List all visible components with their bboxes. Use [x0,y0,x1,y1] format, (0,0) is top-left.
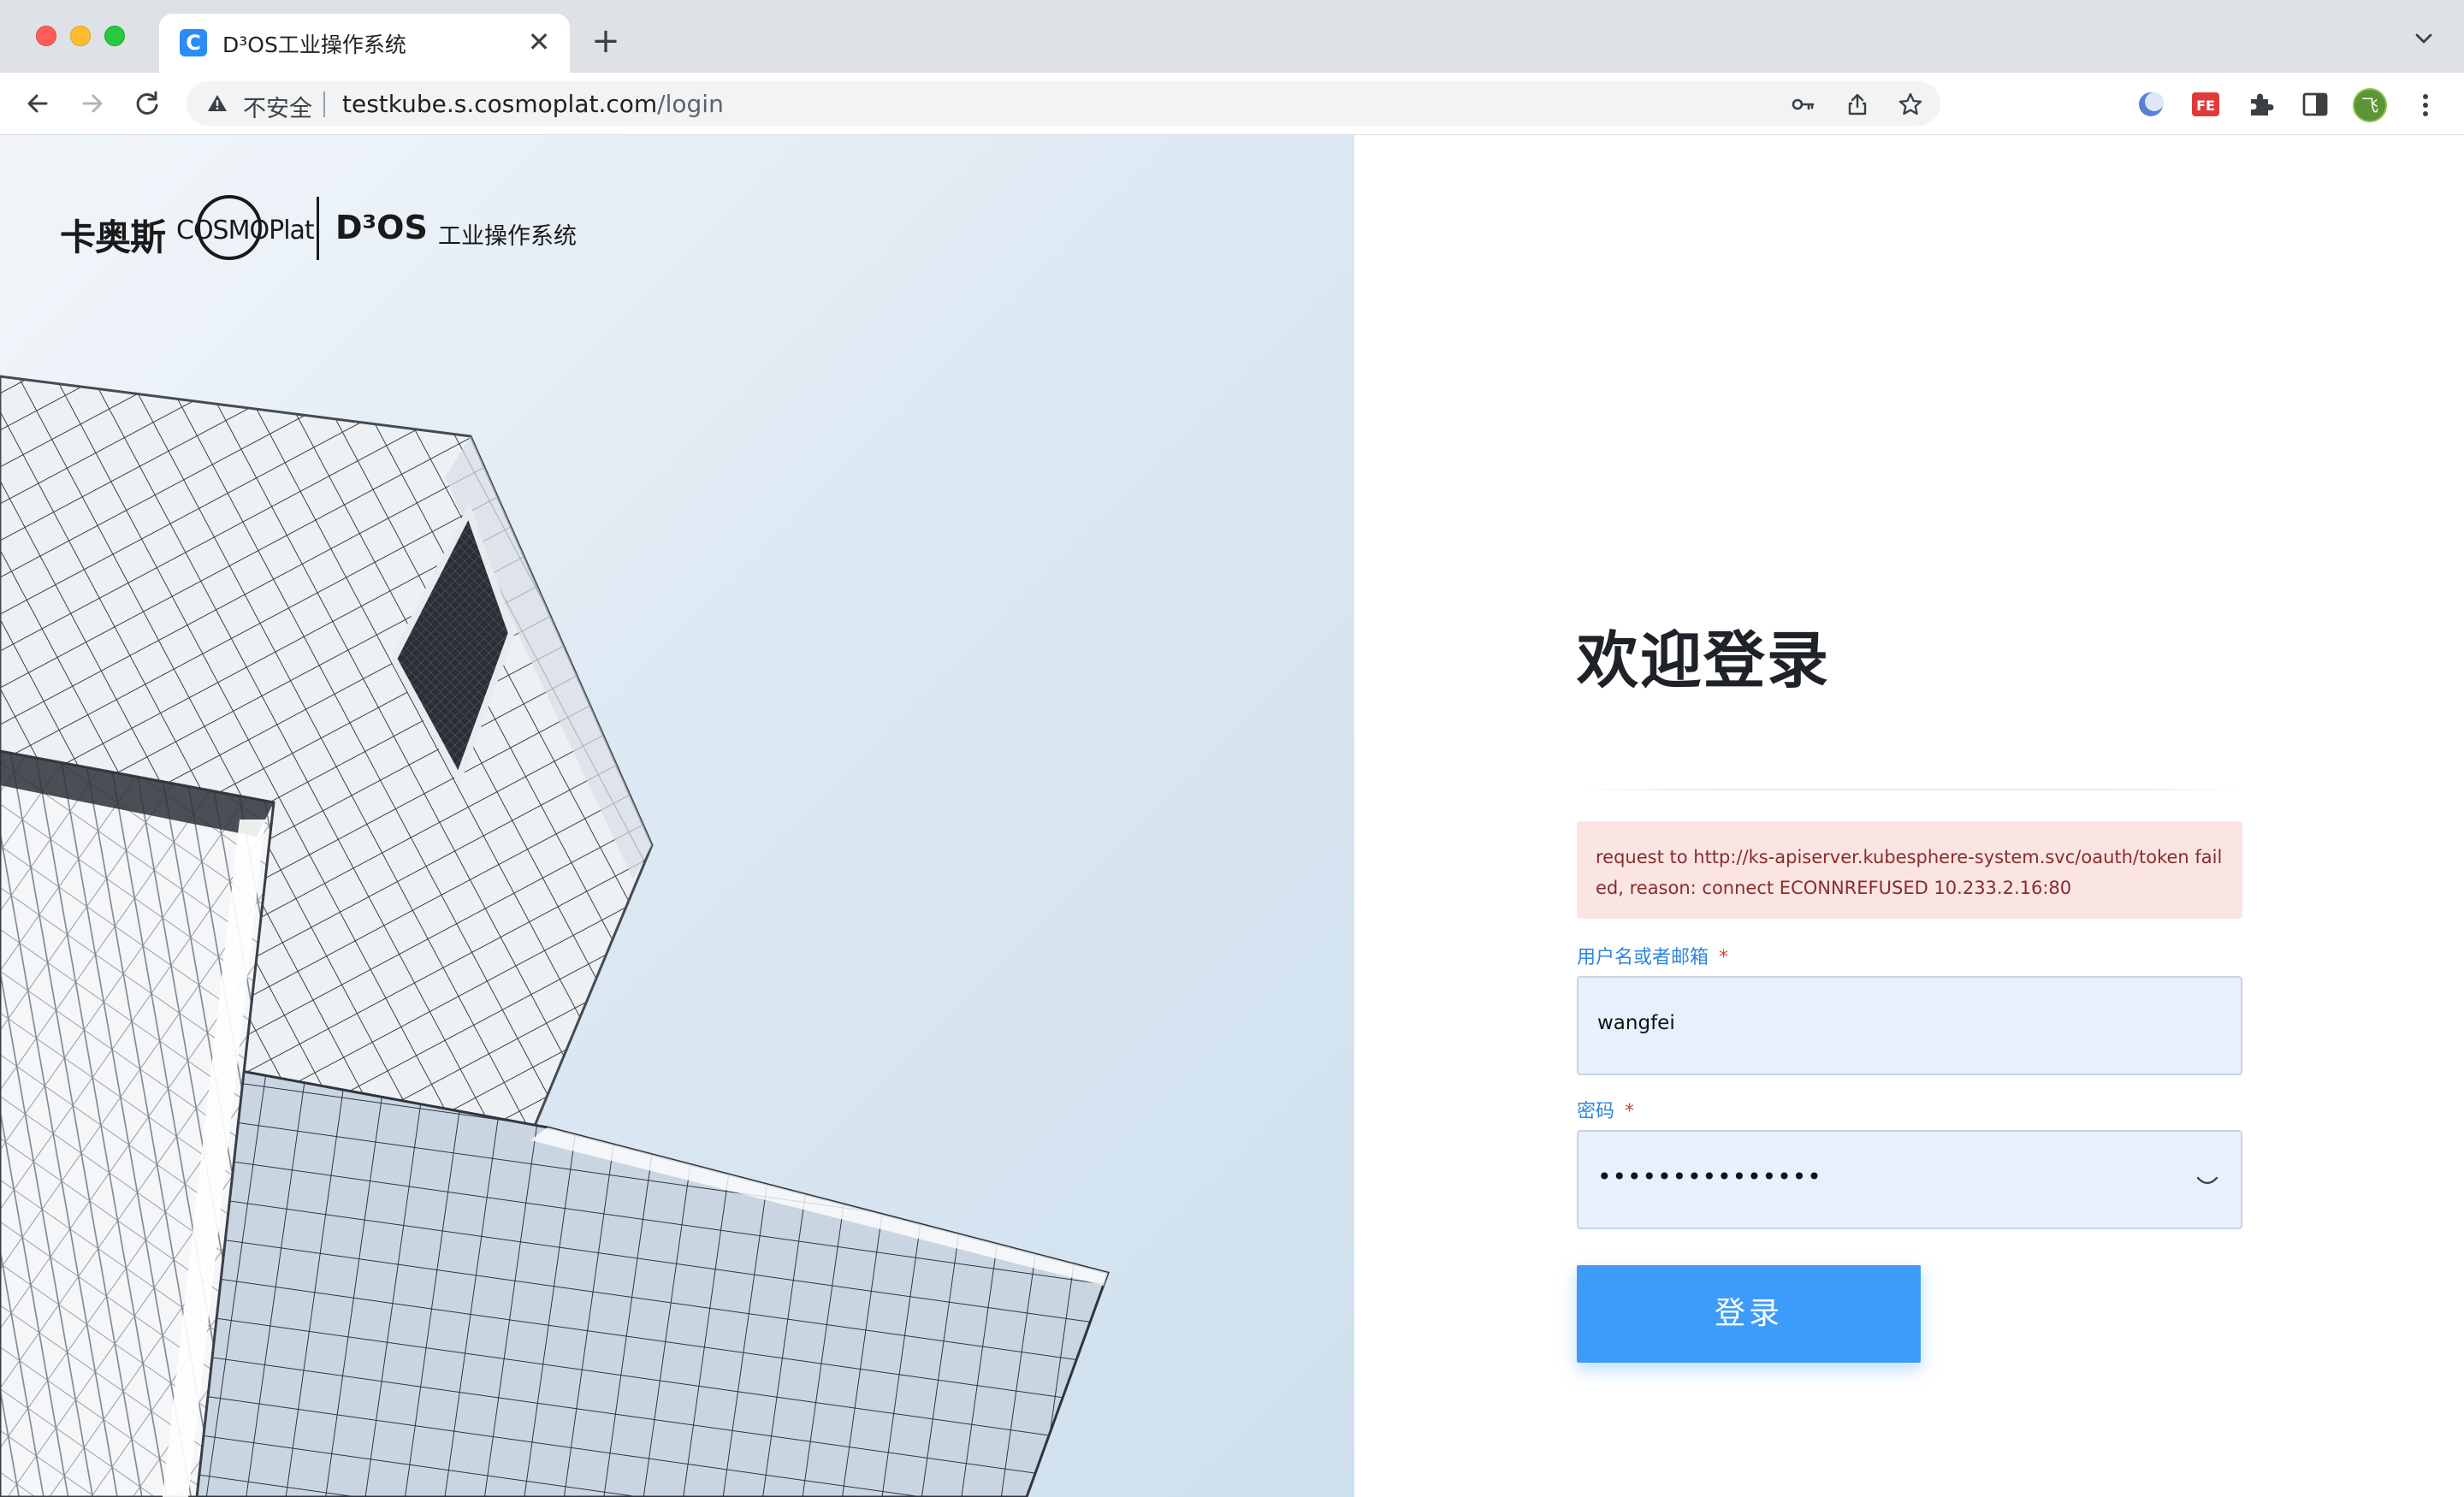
password-input[interactable]: ••••••••••••••• [1577,1130,2242,1229]
error-alert: request to http://ks-apiserver.kubespher… [1577,821,2242,919]
omnibox-divider [323,92,325,117]
building-illustration [0,375,1110,1497]
browser-tab-active[interactable]: C D³OS工业操作系统 ✕ [159,14,570,73]
window-minimize-button[interactable] [70,26,91,46]
reload-icon [136,91,158,115]
warning-icon[interactable] [205,92,229,115]
url-host: testkube.s.cosmoplat.com [342,90,658,118]
login-button[interactable]: 登录 [1577,1265,1921,1363]
tab-favicon-icon: C [180,29,207,56]
browser-toolbar: 不安全 testkube.s.cosmoplat.com/login FE 飞 [0,73,2464,135]
eye-closed-icon[interactable] [2194,1169,2220,1190]
window-close-button[interactable] [36,26,56,46]
username-value: wangfei [1597,1012,1675,1034]
username-input[interactable]: wangfei [1577,976,2242,1075]
username-label: 用户名或者邮箱 * [1577,942,1728,969]
login-page: 卡奥斯 COSMOPlat D³OS 工业操作系统 欢迎登录 request t… [0,135,2464,1497]
side-panel-icon[interactable] [2300,89,2331,120]
back-button[interactable] [21,86,55,121]
svg-text:FE: FE [2196,98,2215,114]
forward-arrow-icon [82,94,103,113]
title-divider [1577,789,2244,790]
brand-subtitle: 工业操作系统 [438,223,577,250]
chevron-down-icon[interactable] [2411,26,2437,51]
extension-fe-icon[interactable]: FE [2190,89,2221,120]
puzzle-icon[interactable] [2245,89,2276,120]
security-label[interactable]: 不安全 [243,90,312,123]
password-label: 密码 * [1577,1096,1634,1123]
url-text[interactable]: testkube.s.cosmoplat.com/login [342,90,724,118]
reload-button[interactable] [130,86,164,121]
tab-title: D³OS工业操作系统 [222,33,406,57]
brand-kaos-text: 卡奥斯 [60,216,166,258]
brand-d3os-text: D³OS [335,209,428,246]
kebab-menu-icon[interactable] [2413,88,2438,122]
new-tab-button[interactable]: + [589,24,623,58]
password-label-text: 密码 [1577,1101,1615,1122]
password-value: ••••••••••••••• [1597,1163,1822,1191]
back-arrow-icon [27,94,48,113]
url-path: /login [657,90,724,118]
key-icon[interactable] [1790,92,1815,117]
required-mark: * [1719,947,1729,968]
brand-divider [317,197,319,260]
profile-avatar[interactable]: 飞 [2353,88,2387,122]
required-mark: * [1625,1101,1635,1122]
extension-moon-icon[interactable] [2135,89,2166,120]
tab-close-icon[interactable]: ✕ [524,27,554,57]
username-label-text: 用户名或者邮箱 [1577,947,1709,968]
brand-cosmoplat-text: COSMOPlat [176,216,315,246]
hero-building-image: 卡奥斯 COSMOPlat D³OS 工业操作系统 [0,135,1354,1497]
window-zoom-button[interactable] [104,26,125,46]
share-icon[interactable] [1845,92,1870,117]
page-title: 欢迎登录 [1577,624,1831,696]
star-icon[interactable] [1898,92,1923,117]
login-form: 欢迎登录 request to http://ks-apiserver.kube… [1577,135,2244,1497]
browser-tab-bar: C D³OS工业操作系统 ✕ + [0,0,2464,73]
forward-button[interactable] [75,86,110,121]
address-bar[interactable]: 不安全 testkube.s.cosmoplat.com/login [187,81,1940,126]
